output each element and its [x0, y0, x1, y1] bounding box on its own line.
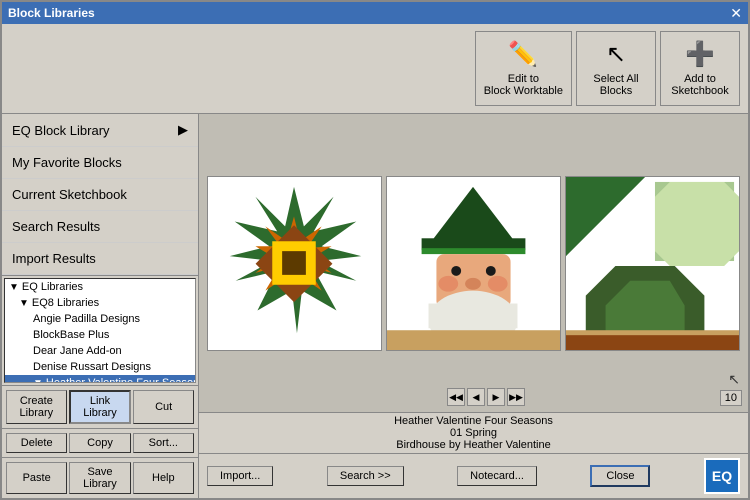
expand-icon: ▼	[33, 378, 43, 384]
notecard-button[interactable]: Notecard...	[457, 466, 537, 486]
tree-eq8-libraries[interactable]: ▼ EQ8 Libraries	[5, 295, 195, 311]
block-libraries-window: Block Libraries ✕ ✏️ Edit toBlock Workta…	[0, 0, 750, 500]
main-area: EQ Block Library ▶ My Favorite Blocks Cu…	[2, 114, 748, 498]
tree-eq-libraries[interactable]: ▼ EQ Libraries	[5, 279, 195, 295]
expand-icon: ▼	[19, 298, 29, 309]
create-library-button[interactable]: Create Library	[6, 390, 67, 424]
content-area: ◀◀ ◀ ▶ ▶▶ 10 ↖ Heather Valentine Four Se…	[199, 114, 748, 498]
title-bar: Block Libraries ✕	[2, 2, 748, 24]
canvas-prev-button[interactable]: ◀	[467, 388, 485, 406]
select-all-blocks-button[interactable]: ↖ Select AllBlocks	[576, 31, 656, 106]
search-results-label: Search Results	[12, 219, 100, 234]
block-image-1[interactable]	[207, 176, 382, 351]
canvas-next-end-button[interactable]: ▶▶	[507, 388, 525, 406]
close-window-button[interactable]: ✕	[730, 5, 742, 22]
add-to-sketchbook-button[interactable]: ➕ Add toSketchbook	[660, 31, 740, 106]
sidebar-tree[interactable]: ▼ EQ Libraries ▼ EQ8 Libraries Angie Pad…	[4, 278, 196, 383]
sidebar: EQ Block Library ▶ My Favorite Blocks Cu…	[2, 114, 199, 498]
sidebar-item-import-results[interactable]: Import Results	[2, 243, 198, 275]
paste-button[interactable]: Paste	[6, 462, 67, 494]
status-line3: Birdhouse by Heather Valentine	[396, 439, 551, 451]
link-library-button[interactable]: Link Library	[69, 390, 132, 424]
select-icon: ↖	[606, 40, 626, 69]
block-canvas: ◀◀ ◀ ▶ ▶▶ 10 ↖	[199, 114, 748, 412]
edit-label: Edit toBlock Worktable	[484, 73, 563, 97]
eq-logo: EQ	[704, 458, 740, 494]
toolbar: ✏️ Edit toBlock Worktable ↖ Select AllBl…	[2, 24, 748, 114]
sidebar-item-my-favorite-blocks[interactable]: My Favorite Blocks	[2, 147, 198, 179]
sidebar-nav: EQ Block Library ▶ My Favorite Blocks Cu…	[2, 114, 198, 276]
select-label: Select AllBlocks	[593, 73, 638, 97]
add-label: Add toSketchbook	[671, 73, 728, 97]
tree-heather-val-main[interactable]: ▼ Heather Valentine Four Seasons	[5, 375, 195, 383]
tree-denise-russart[interactable]: Denise Russart Designs	[5, 359, 195, 375]
import-button[interactable]: Import...	[207, 466, 273, 486]
add-icon: ➕	[685, 40, 715, 69]
delete-button[interactable]: Delete	[6, 433, 67, 453]
window-title: Block Libraries	[8, 6, 95, 20]
sidebar-item-current-sketchbook[interactable]: Current Sketchbook	[2, 179, 198, 211]
eq-block-library-label: EQ Block Library	[12, 123, 110, 138]
tree-angie-padilla[interactable]: Angie Padilla Designs	[5, 311, 195, 327]
sort-button[interactable]: Sort...	[133, 433, 194, 453]
chevron-right-icon: ▶	[178, 122, 188, 138]
search-button[interactable]: Search >>	[327, 466, 404, 486]
help-button[interactable]: Help	[133, 462, 194, 494]
tree-blockbase-plus[interactable]: BlockBase Plus	[5, 327, 195, 343]
close-button[interactable]: Close	[590, 465, 650, 487]
block-image-2[interactable]	[386, 176, 561, 351]
sidebar-item-search-results[interactable]: Search Results	[2, 211, 198, 243]
current-sketchbook-label: Current Sketchbook	[12, 187, 127, 202]
status-line1: Heather Valentine Four Seasons	[394, 415, 553, 427]
action-buttons-row2: Delete Copy Sort...	[2, 428, 198, 457]
action-buttons-row3: Paste Save Library Help	[2, 457, 198, 498]
canvas-next-button[interactable]: ▶	[487, 388, 505, 406]
edit-to-block-worktable-button[interactable]: ✏️ Edit toBlock Worktable	[475, 31, 572, 106]
cursor-icon: ↖	[728, 371, 740, 388]
cut-button[interactable]: Cut	[133, 390, 194, 424]
edit-icon: ✏️	[508, 40, 538, 69]
tree-dear-jane[interactable]: Dear Jane Add-on	[5, 343, 195, 359]
status-line2: 01 Spring	[450, 427, 497, 439]
block-image-3[interactable]	[565, 176, 740, 351]
page-number: 10	[720, 390, 742, 406]
status-bar: Heather Valentine Four Seasons 01 Spring…	[199, 412, 748, 453]
my-favorite-blocks-label: My Favorite Blocks	[12, 155, 122, 170]
expand-icon: ▼	[9, 282, 19, 293]
bottom-buttons: Import... Search >> Notecard... Close EQ	[199, 453, 748, 498]
copy-button[interactable]: Copy	[69, 433, 130, 453]
save-library-button[interactable]: Save Library	[69, 462, 130, 494]
import-results-label: Import Results	[12, 251, 96, 266]
canvas-prev-start-button[interactable]: ◀◀	[447, 388, 465, 406]
action-buttons-row1: Create Library Link Library Cut	[2, 385, 198, 428]
sidebar-item-eq-block-library[interactable]: EQ Block Library ▶	[2, 114, 198, 147]
